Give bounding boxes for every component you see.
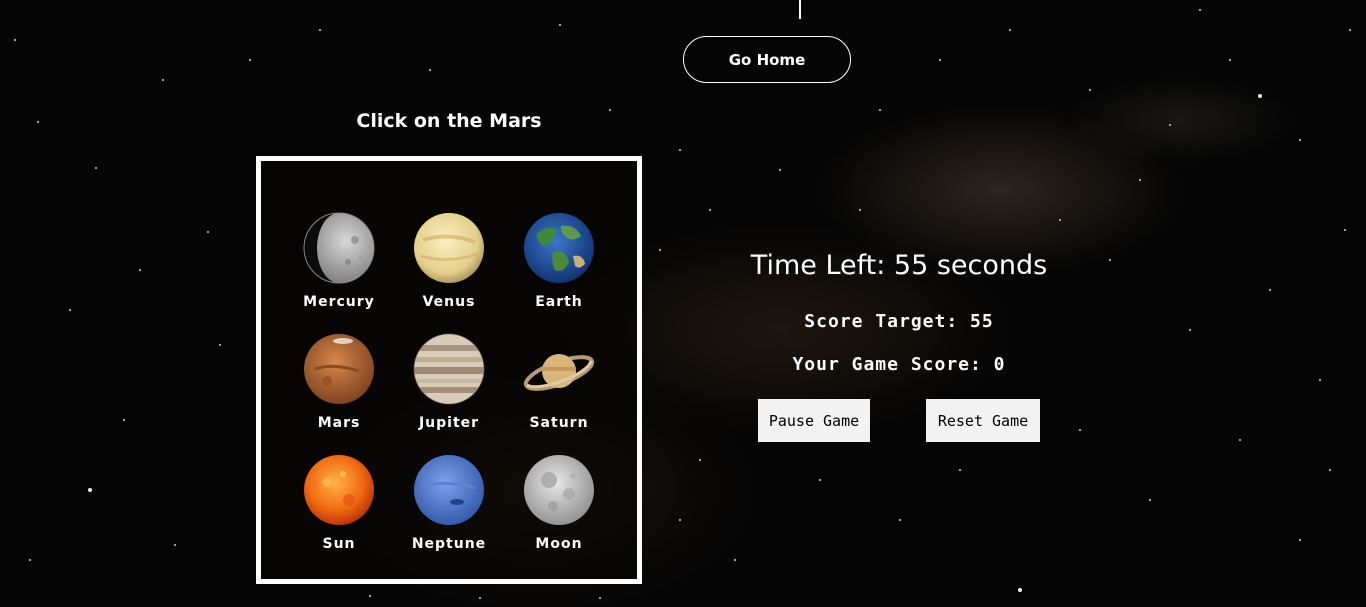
game-score: Your Game Score: 0	[792, 354, 1006, 375]
moon-icon	[524, 455, 594, 525]
planet-label: Mars	[317, 415, 361, 431]
planet-label: Earth	[535, 294, 583, 310]
planet-label: Saturn	[529, 415, 589, 431]
neptune-icon	[414, 455, 484, 525]
top-divider-line	[799, 0, 801, 19]
jupiter-icon	[413, 333, 485, 405]
planet-card-moon[interactable]: Moon	[509, 454, 609, 564]
planet-label: Moon	[535, 536, 583, 552]
planet-card-mars[interactable]: Mars	[289, 333, 389, 443]
planet-card-mercury[interactable]: Mercury	[289, 212, 389, 322]
mars-icon	[304, 334, 374, 404]
planet-label: Jupiter	[418, 415, 480, 431]
planet-board: Mercury Venus Earth Mars Jupiter Saturn …	[256, 156, 642, 584]
planet-card-jupiter[interactable]: Jupiter	[399, 333, 499, 443]
score-target: Score Target: 55	[804, 311, 994, 332]
planet-label: Mercury	[303, 294, 375, 310]
planet-label: Venus	[422, 294, 476, 310]
earth-icon	[524, 213, 594, 283]
star-field	[14, 9, 1351, 599]
planet-card-saturn[interactable]: Saturn	[509, 333, 609, 443]
planet-label: Sun	[322, 536, 356, 552]
space-background	[0, 0, 1366, 607]
time-left: Time Left: 55 seconds	[750, 250, 1048, 281]
go-home-button[interactable]: Go Home	[683, 36, 851, 83]
mercury-icon	[303, 212, 375, 284]
planet-card-neptune[interactable]: Neptune	[399, 454, 499, 564]
planet-card-earth[interactable]: Earth	[509, 212, 609, 322]
sun-icon	[304, 455, 374, 525]
planet-card-venus[interactable]: Venus	[399, 212, 499, 322]
planet-card-sun[interactable]: Sun	[289, 454, 389, 564]
reset-game-button[interactable]: Reset Game	[926, 399, 1040, 442]
planet-label: Neptune	[411, 536, 487, 552]
saturn-icon	[523, 354, 595, 391]
pause-game-button[interactable]: Pause Game	[758, 399, 870, 442]
venus-icon	[414, 213, 484, 283]
game-instruction: Click on the Mars	[356, 110, 542, 132]
